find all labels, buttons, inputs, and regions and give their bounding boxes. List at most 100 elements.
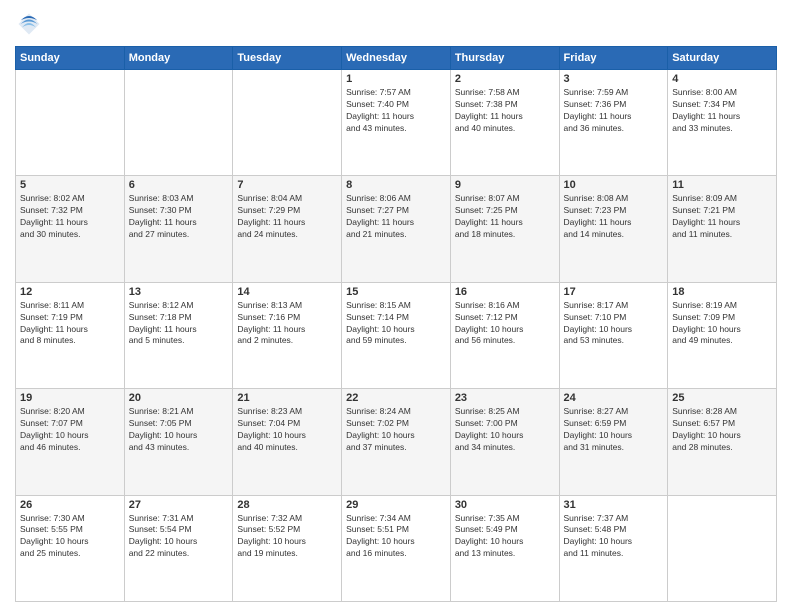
calendar-cell: 30 Sunrise: 7:35 AM Sunset: 5:49 PM Dayli… <box>450 495 559 601</box>
day-number: 7 <box>237 179 337 191</box>
calendar-cell: 18 Sunrise: 8:19 AM Sunset: 7:09 PM Dayli… <box>668 282 777 388</box>
day-number: 10 <box>564 179 664 191</box>
calendar-cell: 29 Sunrise: 7:34 AM Sunset: 5:51 PM Dayli… <box>342 495 451 601</box>
calendar-week-row: 19 Sunrise: 8:20 AM Sunset: 7:07 PM Dayli… <box>16 389 777 495</box>
day-number: 14 <box>237 286 337 298</box>
day-number: 24 <box>564 392 664 404</box>
day-info: Sunrise: 7:35 AM Sunset: 5:49 PM Dayligh… <box>455 513 555 561</box>
calendar-cell: 3 Sunrise: 7:59 AM Sunset: 7:36 PM Daylig… <box>559 70 668 176</box>
day-number: 30 <box>455 499 555 511</box>
day-info: Sunrise: 8:20 AM Sunset: 7:07 PM Dayligh… <box>20 406 120 454</box>
day-info: Sunrise: 7:30 AM Sunset: 5:55 PM Dayligh… <box>20 513 120 561</box>
calendar-week-row: 1 Sunrise: 7:57 AM Sunset: 7:40 PM Daylig… <box>16 70 777 176</box>
day-header: Saturday <box>668 47 777 70</box>
page: SundayMondayTuesdayWednesdayThursdayFrid… <box>0 0 792 612</box>
day-info: Sunrise: 7:58 AM Sunset: 7:38 PM Dayligh… <box>455 87 555 135</box>
day-number: 6 <box>129 179 229 191</box>
day-header: Sunday <box>16 47 125 70</box>
calendar-cell: 11 Sunrise: 8:09 AM Sunset: 7:21 PM Dayli… <box>668 176 777 282</box>
calendar-cell: 28Sunrise: 7:32 AM Sunset: 5:52 PM Dayli… <box>233 495 342 601</box>
day-number: 18 <box>672 286 772 298</box>
day-info: Sunrise: 8:24 AM Sunset: 7:02 PM Dayligh… <box>346 406 446 454</box>
day-number: 16 <box>455 286 555 298</box>
day-number: 29 <box>346 499 446 511</box>
calendar-week-row: 12 Sunrise: 8:11 AM Sunset: 7:19 PM Dayli… <box>16 282 777 388</box>
calendar-cell: 26 Sunrise: 7:30 AM Sunset: 5:55 PM Dayli… <box>16 495 125 601</box>
day-number: 19 <box>20 392 120 404</box>
day-number: 9 <box>455 179 555 191</box>
day-info: Sunrise: 8:28 AM Sunset: 6:57 PM Dayligh… <box>672 406 772 454</box>
calendar-cell: 4 Sunrise: 8:00 AM Sunset: 7:34 PM Daylig… <box>668 70 777 176</box>
calendar: SundayMondayTuesdayWednesdayThursdayFrid… <box>15 46 777 602</box>
day-header: Friday <box>559 47 668 70</box>
day-info: Sunrise: 8:27 AM Sunset: 6:59 PM Dayligh… <box>564 406 664 454</box>
calendar-cell: 31 Sunrise: 7:37 AM Sunset: 5:48 PM Dayli… <box>559 495 668 601</box>
calendar-cell: 16 Sunrise: 8:16 AM Sunset: 7:12 PM Dayli… <box>450 282 559 388</box>
day-number: 12 <box>20 286 120 298</box>
calendar-cell <box>233 70 342 176</box>
day-info: Sunrise: 8:12 AM Sunset: 7:18 PM Dayligh… <box>129 300 229 348</box>
day-info: Sunrise: 8:03 AM Sunset: 7:30 PM Dayligh… <box>129 193 229 241</box>
day-header: Monday <box>124 47 233 70</box>
day-info: Sunrise: 7:37 AM Sunset: 5:48 PM Dayligh… <box>564 513 664 561</box>
day-number: 11 <box>672 179 772 191</box>
logo <box>15 10 47 38</box>
day-number: 8 <box>346 179 446 191</box>
day-info: Sunrise: 8:02 AM Sunset: 7:32 PM Dayligh… <box>20 193 120 241</box>
day-number: 5 <box>20 179 120 191</box>
calendar-cell: 10 Sunrise: 8:08 AM Sunset: 7:23 PM Dayli… <box>559 176 668 282</box>
day-info: Sunrise: 8:06 AM Sunset: 7:27 PM Dayligh… <box>346 193 446 241</box>
calendar-cell: 17Sunrise: 8:17 AM Sunset: 7:10 PM Dayli… <box>559 282 668 388</box>
day-info: Sunrise: 8:19 AM Sunset: 7:09 PM Dayligh… <box>672 300 772 348</box>
day-info: Sunrise: 8:11 AM Sunset: 7:19 PM Dayligh… <box>20 300 120 348</box>
day-info: Sunrise: 8:08 AM Sunset: 7:23 PM Dayligh… <box>564 193 664 241</box>
day-info: Sunrise: 7:31 AM Sunset: 5:54 PM Dayligh… <box>129 513 229 561</box>
day-number: 22 <box>346 392 446 404</box>
day-info: Sunrise: 8:09 AM Sunset: 7:21 PM Dayligh… <box>672 193 772 241</box>
day-number: 4 <box>672 73 772 85</box>
calendar-cell <box>668 495 777 601</box>
day-number: 26 <box>20 499 120 511</box>
day-info: Sunrise: 7:34 AM Sunset: 5:51 PM Dayligh… <box>346 513 446 561</box>
day-info: Sunrise: 7:59 AM Sunset: 7:36 PM Dayligh… <box>564 87 664 135</box>
day-info: Sunrise: 8:16 AM Sunset: 7:12 PM Dayligh… <box>455 300 555 348</box>
day-number: 1 <box>346 73 446 85</box>
calendar-week-row: 26 Sunrise: 7:30 AM Sunset: 5:55 PM Dayli… <box>16 495 777 601</box>
day-number: 27 <box>129 499 229 511</box>
day-info: Sunrise: 8:07 AM Sunset: 7:25 PM Dayligh… <box>455 193 555 241</box>
day-info: Sunrise: 8:04 AM Sunset: 7:29 PM Dayligh… <box>237 193 337 241</box>
day-header: Wednesday <box>342 47 451 70</box>
calendar-cell: 21 Sunrise: 8:23 AM Sunset: 7:04 PM Dayli… <box>233 389 342 495</box>
calendar-cell: 12 Sunrise: 8:11 AM Sunset: 7:19 PM Dayli… <box>16 282 125 388</box>
calendar-cell <box>16 70 125 176</box>
logo-icon <box>15 10 43 38</box>
calendar-cell: 15 Sunrise: 8:15 AM Sunset: 7:14 PM Dayli… <box>342 282 451 388</box>
day-number: 31 <box>564 499 664 511</box>
header <box>15 10 777 38</box>
calendar-cell: 5 Sunrise: 8:02 AM Sunset: 7:32 PM Daylig… <box>16 176 125 282</box>
calendar-cell: 25 Sunrise: 8:28 AM Sunset: 6:57 PM Dayli… <box>668 389 777 495</box>
calendar-cell: 27 Sunrise: 7:31 AM Sunset: 5:54 PM Dayli… <box>124 495 233 601</box>
day-number: 25 <box>672 392 772 404</box>
day-header: Thursday <box>450 47 559 70</box>
day-info: Sunrise: 8:00 AM Sunset: 7:34 PM Dayligh… <box>672 87 772 135</box>
calendar-cell: 19 Sunrise: 8:20 AM Sunset: 7:07 PM Dayli… <box>16 389 125 495</box>
day-number: 28 <box>237 499 337 511</box>
calendar-cell: 24 Sunrise: 8:27 AM Sunset: 6:59 PM Dayli… <box>559 389 668 495</box>
calendar-cell: 6 Sunrise: 8:03 AM Sunset: 7:30 PM Daylig… <box>124 176 233 282</box>
calendar-cell: 14 Sunrise: 8:13 AM Sunset: 7:16 PM Dayli… <box>233 282 342 388</box>
day-info: Sunrise: 8:15 AM Sunset: 7:14 PM Dayligh… <box>346 300 446 348</box>
calendar-cell: 22 Sunrise: 8:24 AM Sunset: 7:02 PM Dayli… <box>342 389 451 495</box>
calendar-cell: 20Sunrise: 8:21 AM Sunset: 7:05 PM Dayli… <box>124 389 233 495</box>
day-number: 3 <box>564 73 664 85</box>
calendar-cell <box>124 70 233 176</box>
calendar-cell: 8 Sunrise: 8:06 AM Sunset: 7:27 PM Daylig… <box>342 176 451 282</box>
day-number: 15 <box>346 286 446 298</box>
day-number: 2 <box>455 73 555 85</box>
day-info: Sunrise: 8:23 AM Sunset: 7:04 PM Dayligh… <box>237 406 337 454</box>
day-number: 21 <box>237 392 337 404</box>
day-info: Sunrise: 7:57 AM Sunset: 7:40 PM Dayligh… <box>346 87 446 135</box>
day-header: Tuesday <box>233 47 342 70</box>
day-info: Sunrise: 8:25 AM Sunset: 7:00 PM Dayligh… <box>455 406 555 454</box>
day-info: Sunrise: 8:13 AM Sunset: 7:16 PM Dayligh… <box>237 300 337 348</box>
